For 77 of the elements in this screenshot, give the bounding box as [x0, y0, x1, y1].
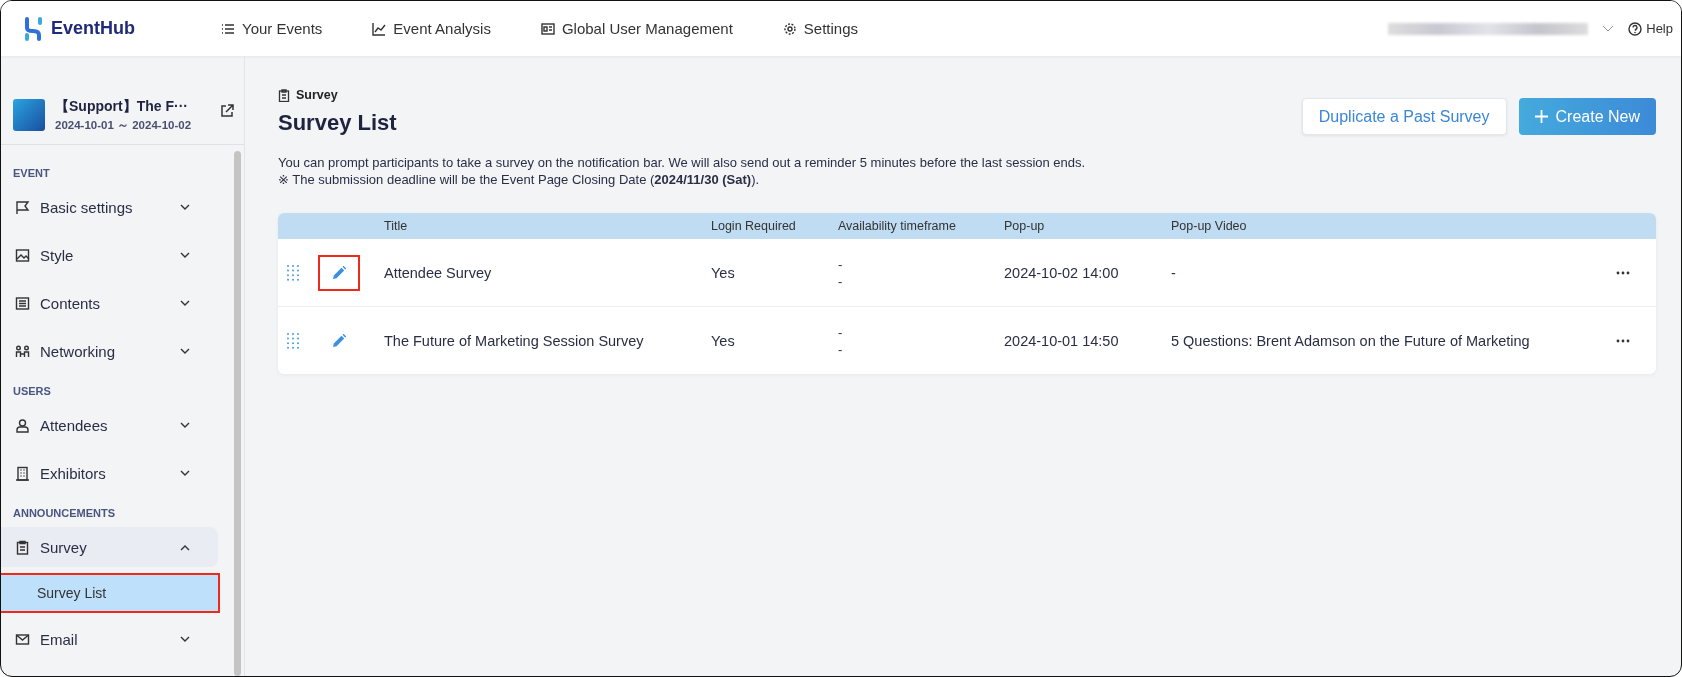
more-icon[interactable] — [1616, 338, 1630, 343]
column-header: Login Required — [711, 219, 797, 233]
drag-handle-icon[interactable] — [286, 263, 300, 282]
external-link-icon[interactable] — [220, 104, 234, 118]
person-icon — [15, 417, 30, 433]
chevron-down-icon — [180, 299, 190, 307]
table-cell-text: - — [1171, 264, 1177, 281]
chevron-down-icon — [180, 347, 190, 355]
nav-link[interactable]: Settings — [782, 20, 859, 37]
table-cell-text: - — [838, 272, 844, 290]
sidebar-item[interactable]: Contents — [1, 283, 218, 323]
people-icon — [15, 343, 30, 359]
logo-icon — [23, 16, 45, 41]
building-icon — [15, 465, 30, 481]
chevron-down-icon — [180, 635, 190, 643]
breadcrumb: Survey — [296, 88, 338, 102]
logo-text: EventHub — [51, 18, 135, 39]
table-cell-text: 2024-10-01 14:50 — [1004, 332, 1120, 349]
event-dates: 2024-10-01 ～ 2024-10-02 — [55, 117, 192, 133]
list-icon — [15, 295, 30, 311]
event-thumbnail — [13, 99, 45, 131]
table-cell-text: The Future of Marketing Session Survey — [384, 332, 645, 349]
chevron-down-icon — [180, 421, 190, 429]
chevron-down-icon — [180, 203, 190, 211]
duplicate-survey-button[interactable]: Duplicate a Past Survey — [1301, 98, 1507, 135]
pencil-icon — [332, 265, 346, 280]
event-title: 【Support】The F··· — [55, 97, 189, 116]
nav-link[interactable]: Your Events — [221, 20, 323, 37]
sidebar-item[interactable]: Basic settings — [1, 187, 218, 227]
table-cell-text: 5 Questions: Brent Adamson on the Future of Marketing — [1171, 332, 1531, 349]
sidebar-item[interactable]: Attendees — [1, 405, 218, 445]
section-label: ANNOUNCEMENTS — [12, 506, 117, 521]
sidebar-item[interactable]: Networking — [1, 331, 218, 371]
chevron-up-icon — [180, 543, 190, 551]
table-cell-text: Yes — [711, 264, 736, 281]
column-header: Pop-up Video — [1171, 219, 1248, 233]
chevron-down-icon[interactable] — [1602, 24, 1615, 33]
chevron-down-icon — [180, 469, 190, 477]
chevron-down-icon — [180, 251, 190, 259]
plus-icon — [1534, 110, 1548, 123]
id-card-icon — [540, 21, 555, 36]
section-label: USERS — [12, 384, 52, 399]
sidebar-item[interactable]: Exhibitors — [1, 453, 218, 493]
image-icon — [15, 247, 30, 263]
page-title: Survey List — [278, 110, 397, 136]
table-cell-text: - — [838, 323, 844, 341]
column-header: Title — [384, 219, 409, 233]
drag-handle-icon[interactable] — [286, 331, 300, 350]
notice-text: ※ The submission deadline will be the Event Page Closing Date (2024/11/30 (Sat)). — [278, 171, 761, 188]
clipboard-icon — [15, 539, 30, 555]
clipboard-icon — [278, 88, 290, 102]
table-cell-text: - — [838, 340, 844, 358]
section-label: EVENT — [12, 166, 51, 181]
line-chart-icon — [372, 21, 387, 36]
table-cell-text: Attendee Survey — [384, 264, 493, 281]
table-cell-text: - — [838, 255, 844, 273]
notice-text: You can prompt participants to take a survey on the notification bar. We will also send out a reminder 5 minutes before the last session ends. — [278, 154, 1087, 171]
help-icon — [1628, 21, 1643, 36]
list-icon — [221, 21, 235, 36]
scrollbar[interactable] — [234, 151, 241, 676]
table-cell-text: Yes — [711, 332, 736, 349]
sidebar-item[interactable]: Email — [1, 619, 218, 659]
sidebar-item[interactable]: Survey — [1, 527, 218, 567]
column-header: Pop-up — [1004, 219, 1046, 233]
edit-button[interactable] — [320, 256, 358, 289]
sidebar-item[interactable]: Style — [1, 235, 218, 275]
settings-icon — [782, 21, 797, 36]
envelope-icon — [15, 631, 30, 647]
sidebar-subitem[interactable]: Survey List — [1, 575, 218, 611]
column-header: Availability timeframe — [838, 219, 957, 233]
more-icon[interactable] — [1616, 270, 1630, 275]
pencil-icon — [332, 333, 346, 348]
nav-link[interactable]: Event Analysis — [372, 20, 491, 37]
flag-icon — [15, 199, 30, 215]
table-cell-text: 2024-10-02 14:00 — [1004, 264, 1120, 281]
help-link[interactable]: Help — [1628, 21, 1673, 36]
nav-link[interactable]: Global User Management — [540, 20, 733, 37]
